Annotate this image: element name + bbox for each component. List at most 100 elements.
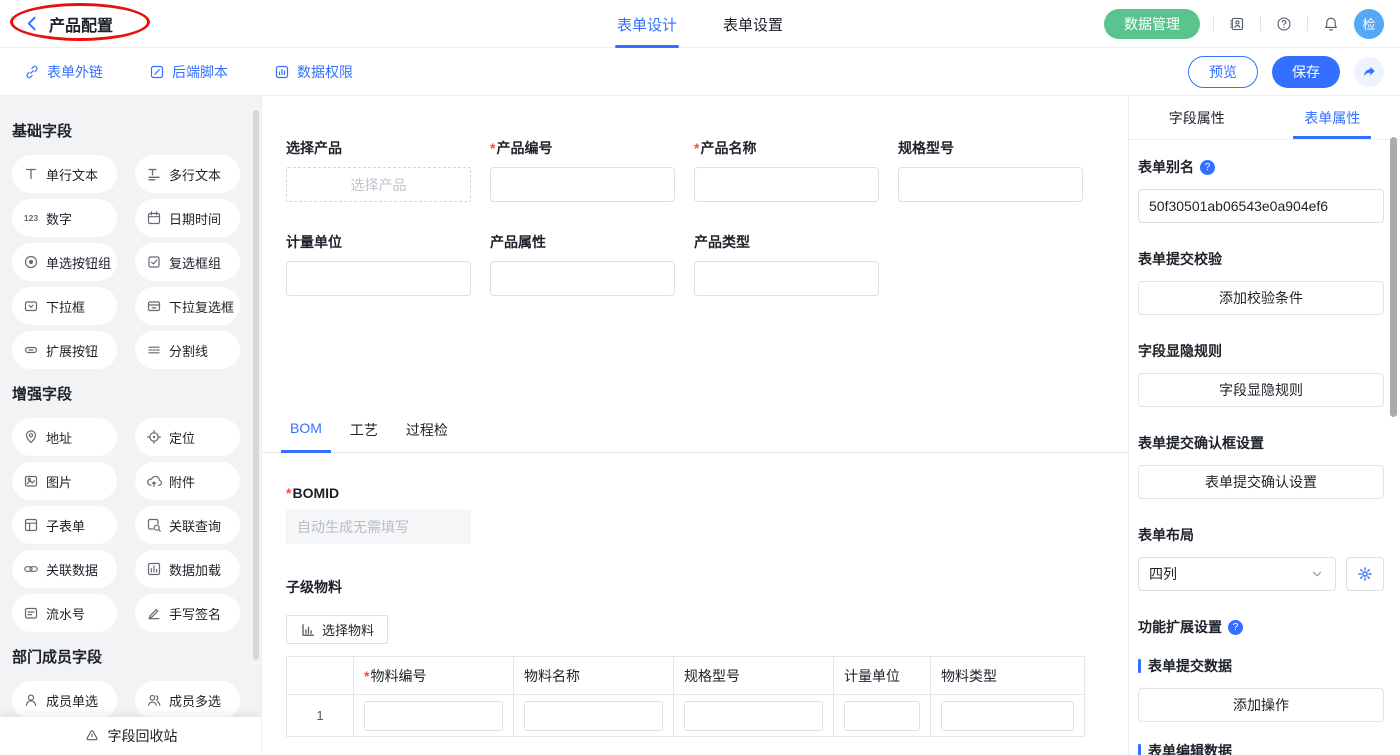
divider	[1260, 16, 1261, 31]
field-input[interactable]	[490, 167, 675, 202]
palette-item-成员多选[interactable]: 成员多选	[135, 681, 240, 719]
palette-item-多行文本[interactable]: 多行文本	[135, 155, 240, 193]
palette-item-图片[interactable]: 图片	[12, 462, 117, 500]
palette-item-数据加载[interactable]: 数据加载	[135, 550, 240, 588]
palette-item-label: 数据加载	[169, 560, 221, 579]
column-header-计量单位: 计量单位	[834, 657, 931, 695]
recycle-label: 字段回收站	[108, 726, 178, 746]
palette-item-子表单[interactable]: 子表单	[12, 506, 117, 544]
share-button[interactable]	[1354, 57, 1384, 87]
back-button[interactable]	[24, 15, 41, 32]
toolbar-link-label: 后端脚本	[172, 62, 228, 82]
palette-item-label: 日期时间	[169, 209, 221, 228]
help-circle-icon[interactable]: ?	[1200, 160, 1215, 175]
recycle-icon	[84, 728, 100, 744]
prop-section-button-表单提交确认设置[interactable]: 表单提交确认设置	[1138, 465, 1384, 499]
field-picker[interactable]: 选择产品	[286, 167, 471, 202]
form-field-产品属性[interactable]: 产品属性	[490, 232, 675, 296]
form-field-产品名称[interactable]: *产品名称	[694, 138, 879, 202]
field-label-text: 产品编号	[496, 138, 552, 158]
extension-group-button-表单提交数据[interactable]: 添加操作	[1138, 688, 1384, 722]
column-header-label: 计量单位	[844, 668, 900, 684]
extension-group-表单编辑数据: 表单编辑数据	[1138, 741, 1384, 755]
field-label-text: 规格型号	[898, 138, 954, 158]
subform-tab-过程检[interactable]: 过程检	[406, 414, 448, 452]
cell-input[interactable]	[941, 701, 1074, 731]
palette-item-附件[interactable]: 附件	[135, 462, 240, 500]
form-field-产品类型[interactable]: 产品类型	[694, 232, 879, 296]
toolbar-link-数据权限[interactable]: 数据权限	[274, 62, 353, 82]
avatar[interactable]: 检	[1354, 9, 1384, 39]
palette-item-流水号[interactable]: 流水号	[12, 594, 117, 632]
palette-item-成员单选[interactable]: 成员单选	[12, 681, 117, 719]
palette-item-单行文本[interactable]: 单行文本	[12, 155, 117, 193]
palette-item-定位[interactable]: 定位	[135, 418, 240, 456]
data-manage-button[interactable]: 数据管理	[1104, 9, 1200, 39]
field-input[interactable]	[694, 261, 879, 296]
palette-item-复选框组[interactable]: 复选框组	[135, 243, 240, 281]
subform-tab-工艺[interactable]: 工艺	[350, 414, 378, 452]
cell-input[interactable]	[844, 701, 920, 731]
field-label-text: 产品类型	[694, 232, 750, 252]
field-input[interactable]	[490, 261, 675, 296]
properties-tab-字段属性[interactable]: 字段属性	[1129, 96, 1265, 139]
field-input[interactable]	[694, 167, 879, 202]
palette-item-数字[interactable]: 123数字	[12, 199, 117, 237]
preview-button[interactable]: 预览	[1188, 56, 1258, 88]
required-asterisk: *	[364, 668, 369, 684]
prop-section-label: 表单提交校验	[1138, 249, 1384, 269]
bomid-input[interactable]: 自动生成无需填写	[286, 510, 471, 544]
palette-item-label: 手写签名	[169, 604, 221, 623]
scrollbar-thumb[interactable]	[253, 110, 259, 660]
field-input[interactable]	[898, 167, 1083, 202]
form-alias-input[interactable]: 50f30501ab06543e0a904ef6	[1138, 189, 1384, 223]
form-field-选择产品[interactable]: 选择产品选择产品	[286, 138, 471, 202]
layout-select[interactable]: 四列	[1138, 557, 1336, 591]
palette-item-扩展按钮[interactable]: 扩展按钮	[12, 331, 117, 369]
form-field-计量单位[interactable]: 计量单位	[286, 232, 471, 296]
palette-item-下拉复选框[interactable]: 下拉复选框	[135, 287, 240, 325]
form-canvas: 选择产品选择产品*产品编号*产品名称规格型号计量单位产品属性产品类型 BOM工艺…	[261, 96, 1128, 755]
cell-input[interactable]	[364, 701, 503, 731]
cell-input[interactable]	[524, 701, 663, 731]
palette-item-手写签名[interactable]: 手写签名	[135, 594, 240, 632]
field-label: *产品名称	[694, 138, 879, 158]
toolbar-links: 表单外链 后端脚本 数据权限	[16, 62, 353, 82]
palette-item-关联数据[interactable]: 关联数据	[12, 550, 117, 588]
header-tab-表单设置[interactable]: 表单设置	[723, 0, 783, 48]
field-input[interactable]	[286, 261, 471, 296]
palette-item-地址[interactable]: 地址	[12, 418, 117, 456]
header-nav-tabs: 表单设计表单设置	[617, 0, 783, 48]
palette-item-分割线[interactable]: 分割线	[135, 331, 240, 369]
field-recycle-bin[interactable]: 字段回收站	[0, 717, 261, 755]
toolbar-link-后端脚本[interactable]: 后端脚本	[149, 62, 228, 82]
palette-item-日期时间[interactable]: 日期时间	[135, 199, 240, 237]
palette-item-关联查询[interactable]: 关联查询	[135, 506, 240, 544]
header-tab-表单设计[interactable]: 表单设计	[617, 0, 677, 48]
save-button[interactable]: 保存	[1272, 56, 1340, 88]
prop-section-button-添加校验条件[interactable]: 添加校验条件	[1138, 281, 1384, 315]
select-material-button[interactable]: 选择物料	[286, 615, 388, 644]
help-circle-icon[interactable]: ?	[1228, 620, 1243, 635]
help-icon[interactable]	[1274, 14, 1294, 34]
layout-settings-button[interactable]	[1346, 557, 1384, 591]
extension-label: 功能扩展设置 ?	[1138, 617, 1384, 637]
prop-section-button-字段显隐规则[interactable]: 字段显隐规则	[1138, 373, 1384, 407]
contacts-icon[interactable]	[1227, 14, 1247, 34]
required-asterisk: *	[286, 485, 291, 501]
palette-item-label: 图片	[46, 472, 72, 491]
form-field-产品编号[interactable]: *产品编号	[490, 138, 675, 202]
properties-tab-表单属性[interactable]: 表单属性	[1265, 96, 1400, 139]
field-label: 规格型号	[898, 138, 1083, 158]
bell-icon[interactable]	[1321, 14, 1341, 34]
cell-input[interactable]	[684, 701, 823, 731]
column-header-label: 物料编号	[370, 668, 426, 684]
toolbar-link-表单外链[interactable]: 表单外链	[24, 62, 103, 82]
scrollbar-thumb[interactable]	[1390, 137, 1397, 417]
column-header-label: 物料类型	[941, 668, 997, 684]
palette-item-下拉框[interactable]: 下拉框	[12, 287, 117, 325]
palette-item-单选按钮组[interactable]: 单选按钮组	[12, 243, 117, 281]
column-header-物料名称: 物料名称	[514, 657, 674, 695]
subform-tab-BOM[interactable]: BOM	[290, 414, 322, 452]
form-field-规格型号[interactable]: 规格型号	[898, 138, 1083, 202]
